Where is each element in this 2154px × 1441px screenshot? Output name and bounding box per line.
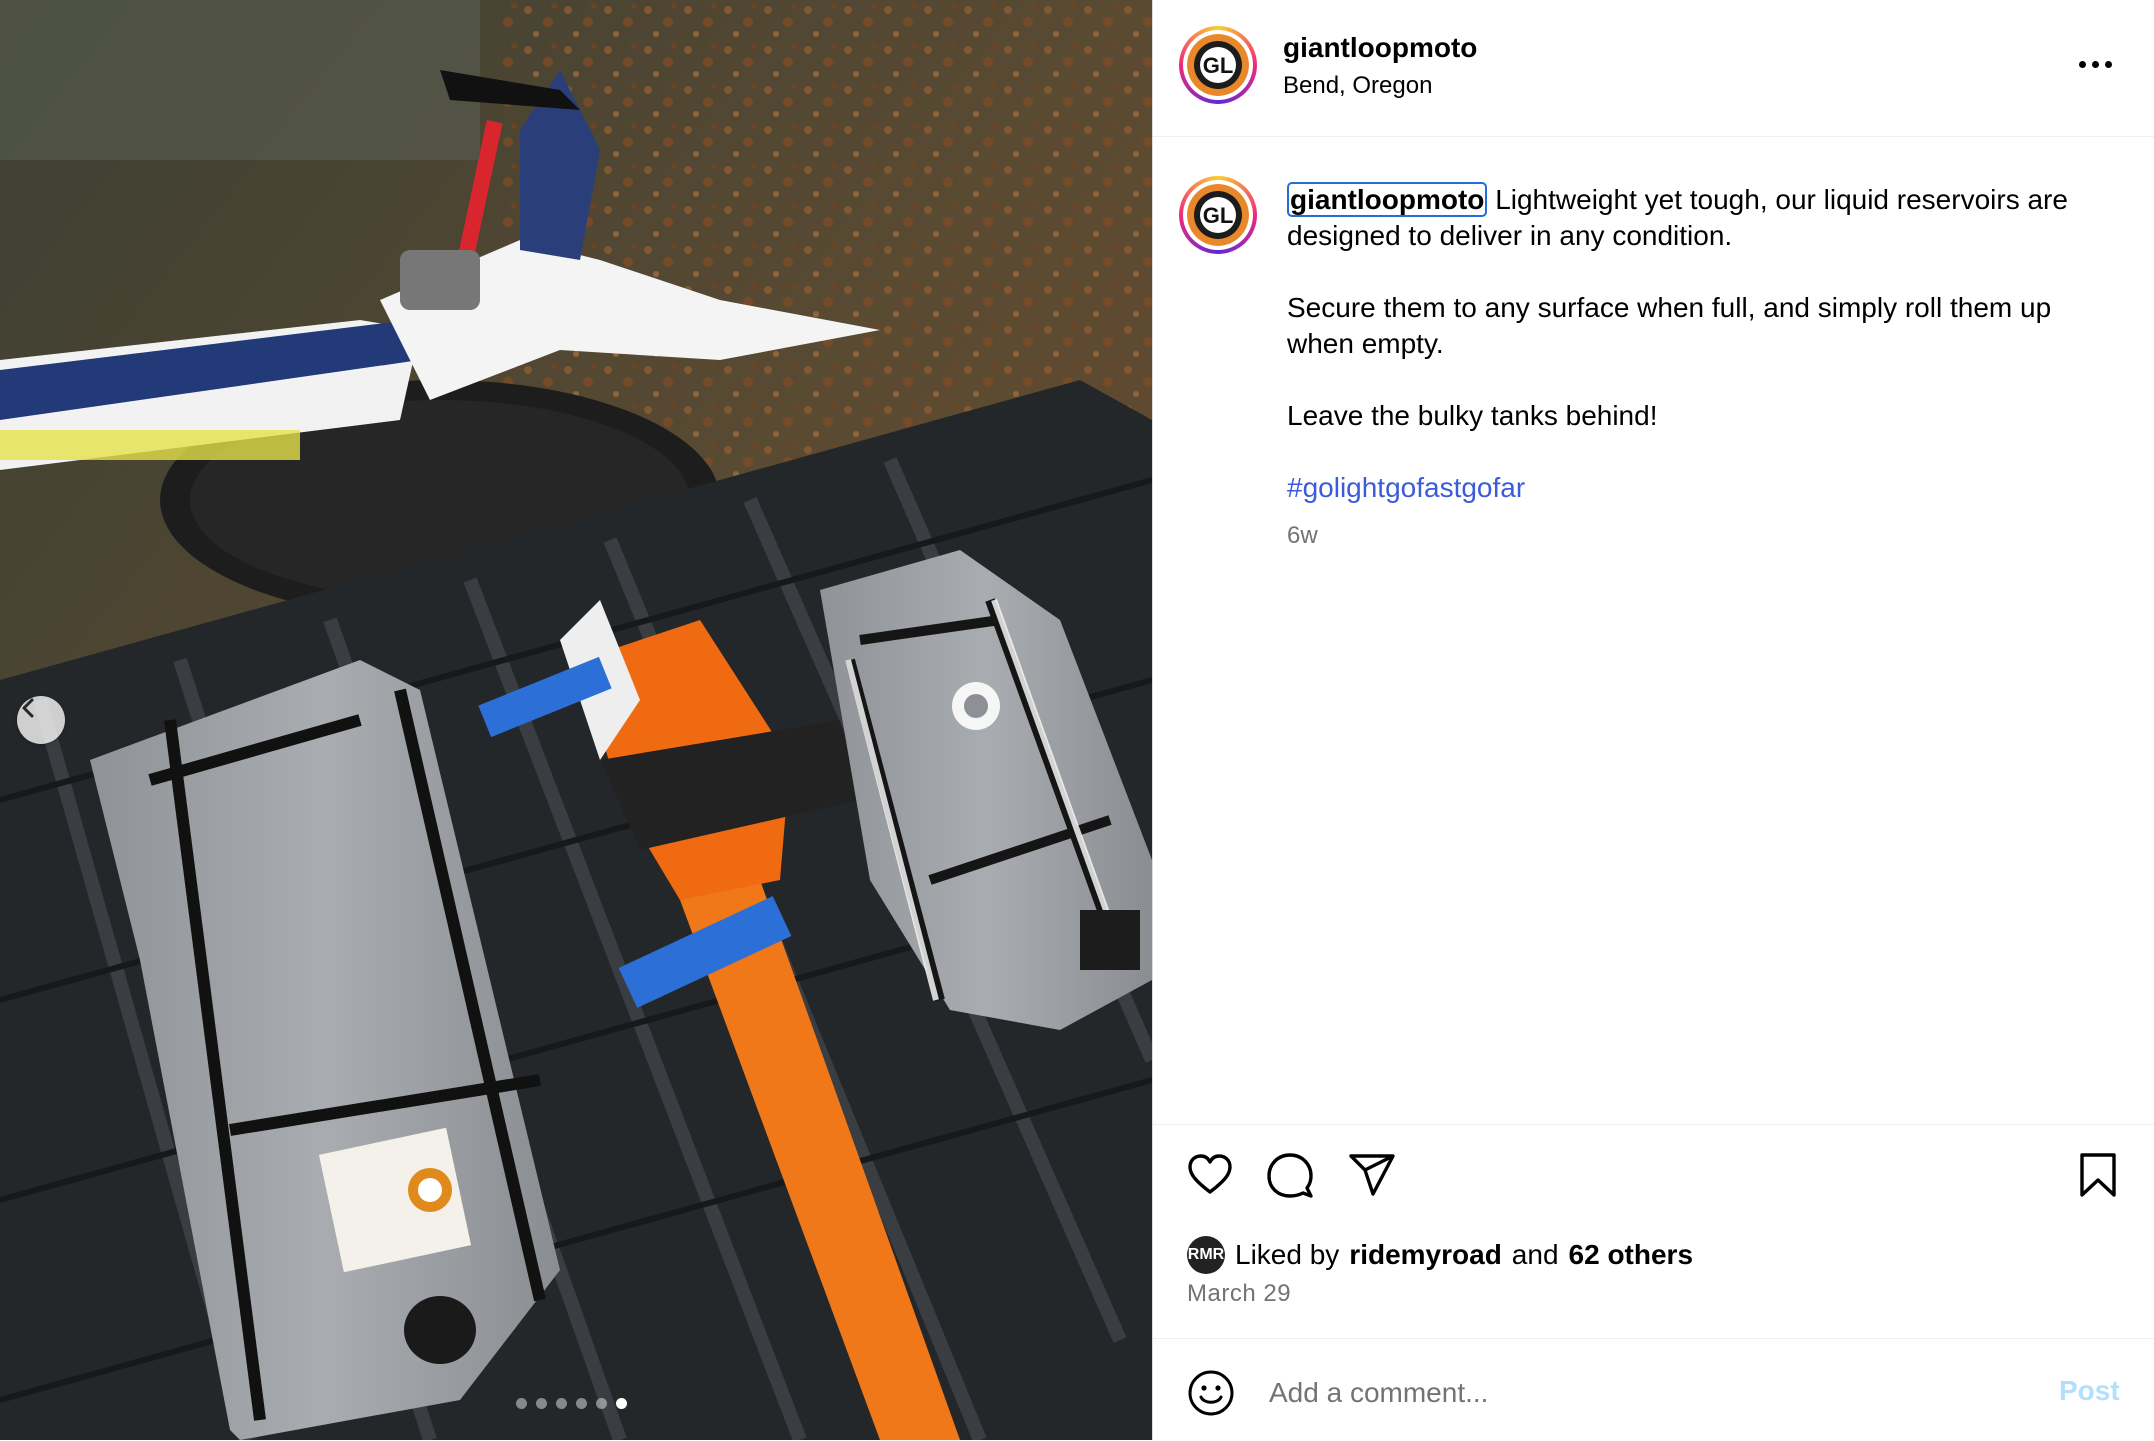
emoji-button[interactable]	[1187, 1369, 1235, 1417]
author-username[interactable]: giantloopmoto	[1283, 32, 1477, 64]
liker-avatar[interactable]: RMR	[1187, 1236, 1225, 1274]
author-avatar[interactable]: GL	[1179, 26, 1257, 104]
giant-loop-logo-icon: GL	[1187, 34, 1249, 96]
post-caption: giantloopmoto Lightweight yet tough, our…	[1287, 182, 2087, 542]
comment-input[interactable]	[1267, 1367, 1971, 1419]
header-divider	[1153, 136, 2154, 137]
comment-button[interactable]	[1265, 1150, 1315, 1200]
actions-divider	[1153, 1124, 2154, 1125]
hashtag-link[interactable]: #golightgofastgofar	[1287, 472, 1525, 503]
liker-username[interactable]: ridemyroad	[1349, 1239, 1502, 1271]
carousel-dot	[596, 1398, 607, 1409]
caption-avatar[interactable]: GL	[1179, 176, 1257, 254]
save-button[interactable]	[2073, 1150, 2123, 1200]
caption-username-link[interactable]: giantloopmoto	[1287, 182, 1488, 217]
comment-icon	[1267, 1153, 1313, 1198]
carousel-dot-active	[616, 1398, 627, 1409]
likes-summary: RMR Liked by ridemyroad and 62 others	[1187, 1236, 1693, 1274]
and-label: and	[1511, 1239, 1559, 1270]
action-bar	[1153, 1150, 2154, 1210]
post-photo	[0, 0, 1152, 1440]
svg-text:GL: GL	[1203, 53, 1234, 78]
liked-by-label: Liked by	[1235, 1239, 1340, 1270]
emoji-icon	[1188, 1370, 1234, 1416]
carousel-prev-button[interactable]	[17, 696, 65, 744]
carousel-dot	[536, 1398, 547, 1409]
carousel-indicator	[516, 1398, 627, 1409]
post-comment-button[interactable]: Post	[2059, 1375, 2120, 1407]
more-icon	[2079, 60, 2086, 68]
post-location[interactable]: Bend, Oregon	[1283, 72, 1432, 100]
share-button[interactable]	[1347, 1150, 1397, 1200]
post-date[interactable]: March 29	[1187, 1280, 1291, 1308]
more-options-button[interactable]	[2079, 54, 2119, 74]
comment-composer: Post	[1153, 1338, 2154, 1441]
caption-text-2: Secure them to any surface when full, an…	[1287, 292, 2052, 359]
svg-text:GL: GL	[1203, 203, 1234, 228]
others-likes-link[interactable]: 62 others	[1569, 1239, 1694, 1271]
chevron-left-icon	[22, 698, 34, 718]
caption-text-3: Leave the bulky tanks behind!	[1287, 400, 1658, 431]
post-details-panel: GL giantloopmoto Bend, Oregon GL giantlo…	[1152, 0, 2154, 1440]
carousel-dot	[576, 1398, 587, 1409]
carousel-dot	[556, 1398, 567, 1409]
bookmark-icon	[2080, 1153, 2116, 1197]
heart-icon	[1188, 1154, 1232, 1194]
share-icon	[1349, 1154, 1395, 1196]
like-button[interactable]	[1185, 1150, 1235, 1200]
carousel-dot	[516, 1398, 527, 1409]
post-media[interactable]	[0, 0, 1152, 1440]
giant-loop-logo-icon: GL	[1187, 184, 1249, 246]
caption-time-ago[interactable]: 6w	[1287, 522, 1318, 550]
